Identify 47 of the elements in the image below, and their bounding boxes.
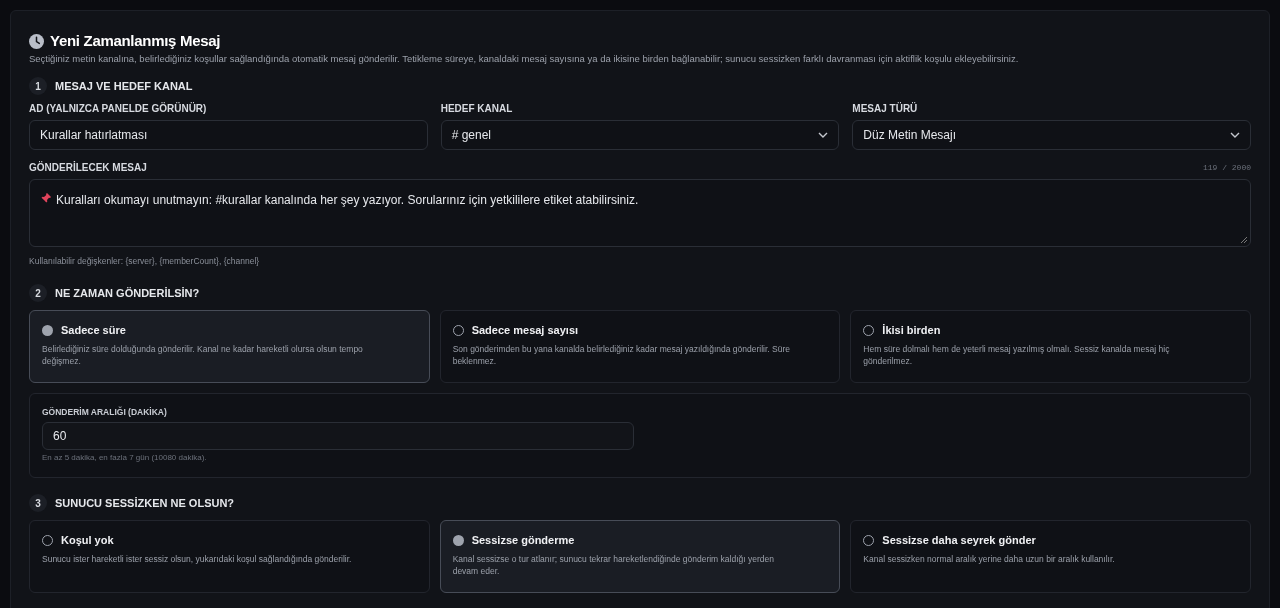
character-counter: 119 / 2000 xyxy=(1203,162,1251,174)
option-description: Kanal sessizken normal aralık yerine daha uzun bir aralık kullanılır. xyxy=(863,553,1116,565)
field-label: MESAJ TÜRÜ xyxy=(852,103,919,115)
option-title: İkisi birden xyxy=(882,323,941,339)
option-title: Sadece mesaj sayısı xyxy=(471,323,579,339)
option-card[interactable]: Sadece mesaj sayısı Son gönderimden bu yana kanalda belirlediğiniz kadar mesaj yazıldığında gönderilir. Süre beklenmez. xyxy=(439,310,841,383)
option-description: Kanal sessizse o tur atlanır; sunucu tekrar hareketlendiğinde gönderim kaldığı yerden devam eder. xyxy=(452,553,775,577)
option-description: Sunucu ister hareketli ister sessiz olsun, yukarıdaki koşul sağlandığında gönderilir. xyxy=(42,553,353,565)
chevron-down-icon xyxy=(818,132,829,138)
option-card[interactable]: Sadece süre Belirlediğiniz süre dolduğunda gönderilir. Kanal ne kadar hareketli olursa olsun tempo değişmez. xyxy=(29,310,430,383)
option-description: Belirlediğiniz süre dolduğunda gönderilir. Kanal ne kadar hareketli olursa olsun tempo değişmez. xyxy=(42,343,364,367)
field-label: GÖNDERİLECEK MESAJ xyxy=(29,162,147,174)
option-description: Son gönderimden bu yana kanalda belirlediğiniz kadar mesaj yazıldığında gönderilir. Süre beklenmez. xyxy=(452,343,792,367)
message-textarea[interactable]: Kuralları okumayı unutmayın: #kurallar kanalında her şey yazıyor. Sorularınız için yetkililere etiket atabilirsiniz. xyxy=(29,179,1251,247)
radio-selected[interactable] xyxy=(452,535,464,546)
page-description: Seçtiğiniz metin kanalına, belirlediğiniz koşullar sağlandığında otomatik mesaj gönderilir. Tetikleme süreye, kanaldaki mesaj sayısına ya da ikisine birden bağlanabilir; sunucu sessizken farklı davranması için aktiflik koşulu ekleyebilirsiniz. xyxy=(29,53,1020,65)
field-label: AD (YALNIZCA PANELDE GÖRÜNÜR) xyxy=(29,103,208,115)
resize-handle-icon xyxy=(1240,236,1247,243)
interval-field[interactable]: 60 xyxy=(42,422,634,450)
interval-hint: En az 5 dakika, en fazla 7 gün (10080 dakika). xyxy=(42,453,208,463)
field-label: HEDEF KANAL xyxy=(440,103,514,115)
select-field[interactable]: Düz Metin Mesajı xyxy=(852,120,1251,150)
section-title: SUNUCU SESSİZKEN NE OLSUN? xyxy=(55,495,235,511)
step-number: 3 xyxy=(29,494,47,512)
option-card[interactable]: Sessizse daha seyrek gönder Kanal sessizken normal aralık yerine daha uzun bir aralık kullanılır. xyxy=(850,520,1251,593)
section-title: NE ZAMAN GÖNDERİLSİN? xyxy=(55,285,200,301)
option-title: Sessizse gönderme xyxy=(471,533,575,549)
radio-selected[interactable] xyxy=(42,325,53,336)
pin-icon xyxy=(40,192,52,204)
option-title: Sessizse daha seyrek gönder xyxy=(882,533,1036,549)
option-title: Koşul yok xyxy=(61,533,114,549)
variables-hint: Kullanılabilir değişkenler: {server}, {memberCount}, {channel} xyxy=(29,256,261,266)
option-card[interactable]: İkisi birden Hem süre dolmalı hem de yeterli mesaj yazılmış olmalı. Sessiz kanalda mesaj hiç gönderilmez. xyxy=(850,310,1251,383)
option-card[interactable]: Sessizse gönderme Kanal sessizse o tur atlanır; sunucu tekrar hareketlendiğinde gönderim kaldığı yerden devam eder. xyxy=(439,520,841,593)
name-field[interactable]: Kurallar hatırlatması xyxy=(29,120,428,150)
clock-icon xyxy=(29,33,44,49)
step-number: 2 xyxy=(29,284,47,302)
message-text: Kuralları okumayı unutmayın: #kurallar kanalında her şey yazıyor. Sorularınız için yetkililere etiket atabilirsiniz. xyxy=(56,192,639,209)
section-title: MESAJ VE HEDEF KANAL xyxy=(55,78,193,94)
page-title: Yeni Zamanlanmış Mesaj xyxy=(50,32,221,50)
field-label: GÖNDERİM ARALIĞI (DAKİKA) xyxy=(42,407,168,417)
option-title: Sadece süre xyxy=(61,323,126,339)
chevron-down-icon xyxy=(1230,132,1240,138)
step-number: 1 xyxy=(29,77,47,95)
option-description: Hem süre dolmalı hem de yeterli mesaj yazılmış olmalı. Sessiz kanalda mesaj hiç gönderilmez. xyxy=(863,343,1171,367)
select-field[interactable]: # genel xyxy=(440,120,840,150)
option-card[interactable]: Koşul yok Sunucu ister hareketli ister sessiz olsun, yukarıdaki koşul sağlandığında gönderilir. xyxy=(29,520,430,593)
